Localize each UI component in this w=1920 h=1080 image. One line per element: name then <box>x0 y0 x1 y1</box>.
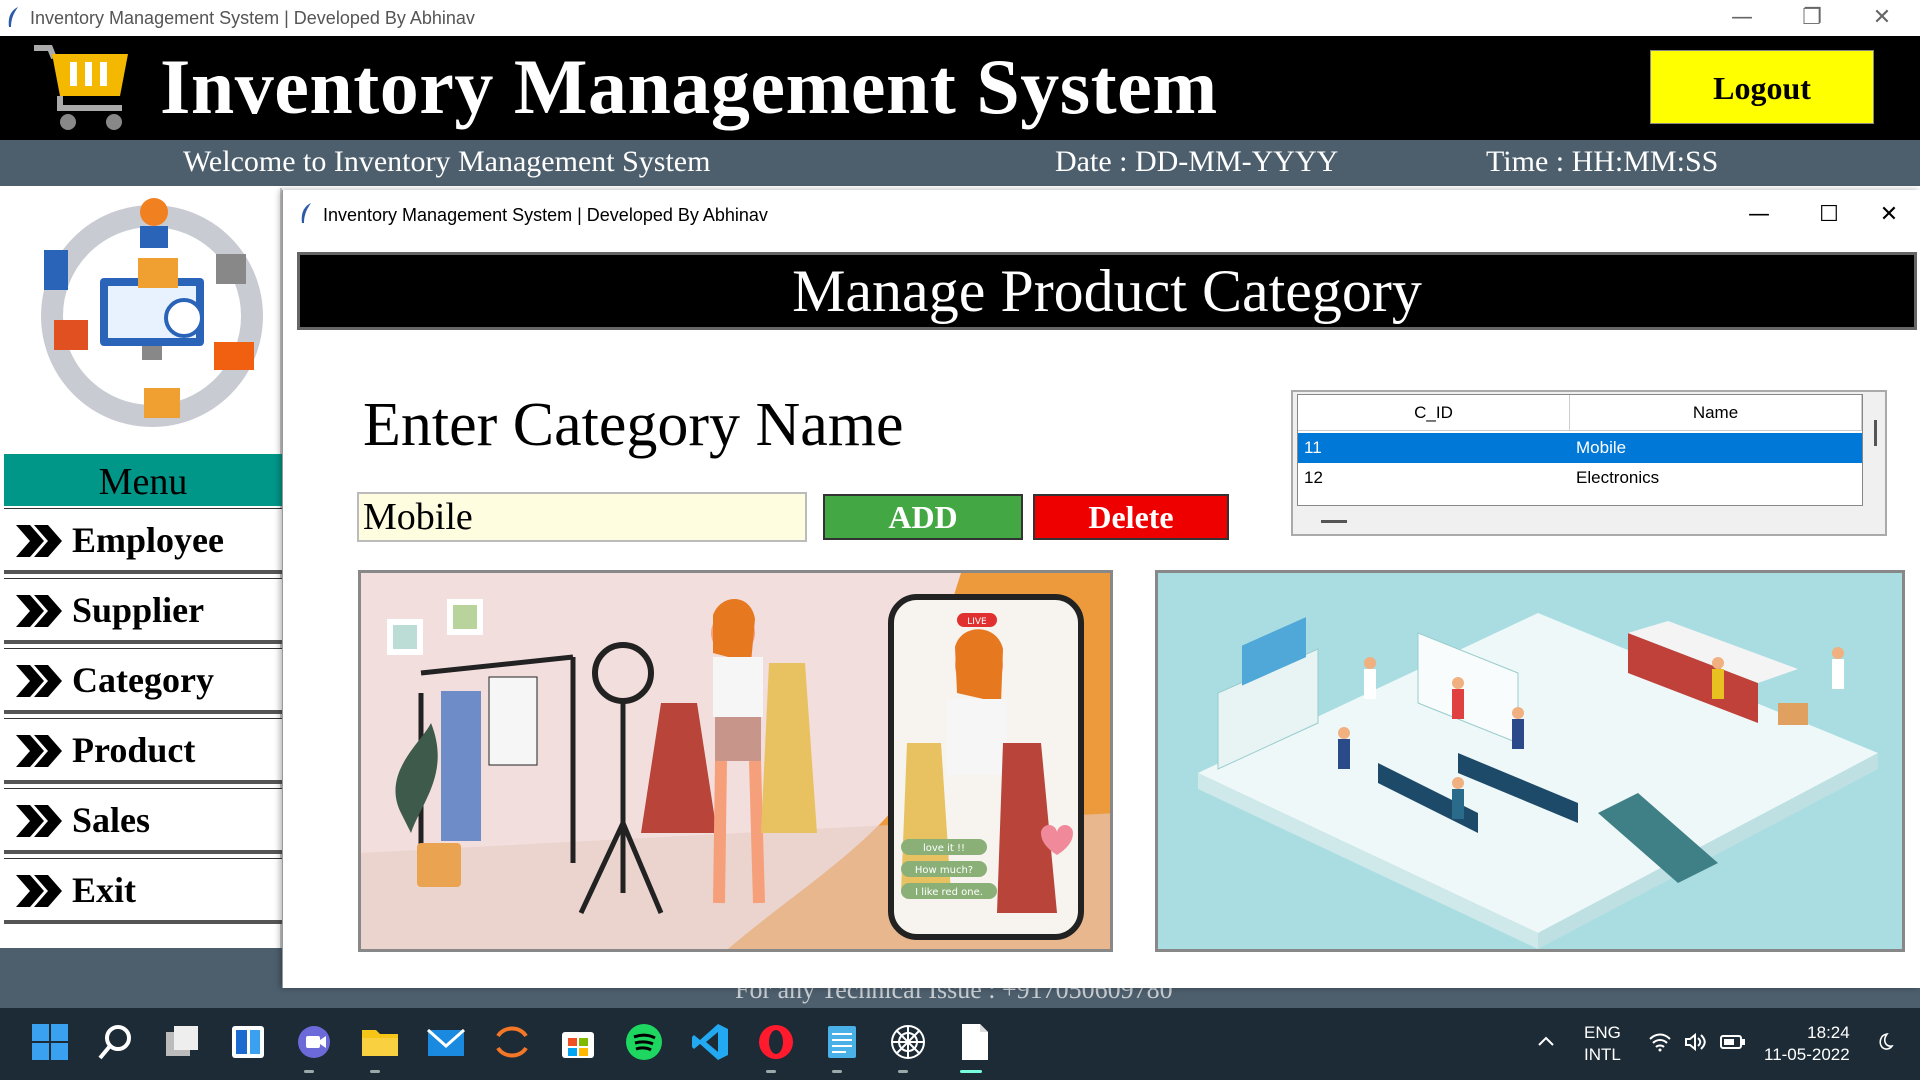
search-icon[interactable] <box>96 1022 136 1062</box>
volume-icon[interactable] <box>1684 1032 1708 1052</box>
category-table-frame: C_ID Name 11 Mobile 12 Electronics <box>1291 390 1887 536</box>
notepad-icon[interactable] <box>822 1022 862 1062</box>
clock-date: 11-05-2022 <box>1764 1045 1850 1064</box>
restore-button[interactable]: ❐ <box>1782 2 1842 34</box>
cell-cid: 12 <box>1304 468 1323 487</box>
inventory-illustration <box>4 192 280 454</box>
close-button[interactable]: ✕ <box>1852 2 1912 34</box>
window-title: Inventory Management System | Developed … <box>30 8 475 28</box>
task-view-icon[interactable] <box>162 1022 202 1062</box>
app-title: Inventory Management System <box>160 43 1218 130</box>
widgets-icon[interactable] <box>228 1022 268 1062</box>
horizontal-scrollbar[interactable] <box>1297 510 1863 532</box>
clock-time: 18:24 <box>1807 1023 1850 1042</box>
time-display: Time : HH:MM:SS <box>1486 145 1719 178</box>
column-header-cid[interactable]: C_ID <box>1298 395 1570 431</box>
double-chevron-icon <box>16 805 62 837</box>
delete-button[interactable]: Delete <box>1033 494 1229 540</box>
child-maximize-button[interactable]: ☐ <box>1799 198 1859 232</box>
chat-bubble-text: How much? <box>915 865 973 876</box>
menu-item-sales[interactable]: Sales <box>4 788 282 854</box>
menu-item-exit[interactable]: Exit <box>4 858 282 924</box>
chevron-up-icon[interactable] <box>1536 1032 1556 1052</box>
menu-item-employee[interactable]: Employee <box>4 508 282 574</box>
feather-icon <box>8 7 18 27</box>
keyboard-layout: INTL <box>1584 1045 1621 1064</box>
double-chevron-icon <box>16 735 62 767</box>
menu-item-product[interactable]: Product <box>4 718 282 784</box>
mail-icon[interactable] <box>426 1022 466 1062</box>
page-title: Manage Product Category <box>297 252 1917 330</box>
double-chevron-icon <box>16 595 62 627</box>
battery-icon[interactable] <box>1720 1034 1746 1050</box>
double-chevron-icon <box>16 525 62 557</box>
category-window-title: Inventory Management System | Developed … <box>323 205 768 225</box>
double-chevron-icon <box>16 875 62 907</box>
windows-start-icon[interactable] <box>30 1022 70 1062</box>
fashion-shopping-illustration: LIVE love it !! How much? I like red one… <box>358 570 1113 952</box>
category-table[interactable]: C_ID Name 11 Mobile 12 Electronics <box>1297 394 1863 506</box>
sidebar: Menu Employee Supplier Category Product … <box>0 188 282 948</box>
menu-item-label: Product <box>72 730 196 770</box>
date-display: Date : DD-MM-YYYY <box>1055 145 1339 178</box>
cell-cid: 11 <box>1304 438 1322 457</box>
menu-title: Menu <box>4 454 282 506</box>
cell-name: Electronics <box>1576 468 1660 487</box>
language-indicator[interactable]: ENG INTL <box>1584 1022 1621 1066</box>
menu-item-label: Employee <box>72 520 224 560</box>
menu-item-category[interactable]: Category <box>4 648 282 714</box>
double-chevron-icon <box>16 665 62 697</box>
status-bar: Welcome to Inventory Management System D… <box>0 140 1920 186</box>
child-minimize-button[interactable]: — <box>1729 198 1789 232</box>
category-name-label: Enter Category Name <box>363 391 904 459</box>
language-code: ENG <box>1584 1023 1621 1042</box>
menu-item-label: Sales <box>72 800 151 840</box>
document-icon[interactable] <box>954 1022 994 1062</box>
notification-moon-icon[interactable] <box>1874 1032 1894 1052</box>
menu-item-label: Exit <box>72 870 137 910</box>
wifi-icon[interactable] <box>1648 1032 1672 1052</box>
cell-name: Mobile <box>1576 438 1627 457</box>
app-header: Inventory Management System Logout <box>0 36 1920 140</box>
live-badge-text: LIVE <box>967 617 987 627</box>
file-explorer-icon[interactable] <box>360 1022 400 1062</box>
category-name-input[interactable]: Mobile <box>357 492 807 542</box>
welcome-text: Welcome to Inventory Management System <box>183 145 711 178</box>
jupyter-icon[interactable] <box>492 1022 532 1062</box>
vscode-icon[interactable] <box>690 1022 730 1062</box>
shopping-cart-icon <box>34 45 128 130</box>
vertical-scrollbar[interactable] <box>1867 394 1885 506</box>
electronics-store-illustration <box>1155 570 1905 952</box>
child-close-button[interactable]: ✕ <box>1859 198 1919 232</box>
table-row[interactable]: 11 Mobile <box>1298 433 1862 463</box>
app-titlebar: Inventory Management System | Developed … <box>0 0 1920 36</box>
category-window-titlebar: Inventory Management System | Developed … <box>283 190 1920 240</box>
chat-bubble-text: I like red one. <box>915 887 983 898</box>
taskbar: ENG INTL 18:24 11-05-2022 <box>0 1008 1920 1080</box>
chat-bubble-text: love it !! <box>923 843 965 854</box>
category-window: Inventory Management System | Developed … <box>282 190 1920 988</box>
menu-item-label: Supplier <box>72 590 205 630</box>
spotify-icon[interactable] <box>624 1022 664 1062</box>
clock[interactable]: 18:24 11-05-2022 <box>1764 1022 1850 1066</box>
column-header-name[interactable]: Name <box>1570 395 1862 431</box>
opera-icon[interactable] <box>756 1022 796 1062</box>
table-row[interactable]: 12 Electronics <box>1298 463 1862 493</box>
feather-icon <box>301 203 311 223</box>
menu-item-supplier[interactable]: Supplier <box>4 578 282 644</box>
cobweb-app-icon[interactable] <box>888 1022 928 1062</box>
menu-item-label: Category <box>72 660 214 700</box>
logout-button[interactable]: Logout <box>1650 50 1874 124</box>
store-icon[interactable] <box>558 1022 598 1062</box>
teams-chat-icon[interactable] <box>294 1022 334 1062</box>
add-button[interactable]: ADD <box>823 494 1023 540</box>
minimize-button[interactable]: — <box>1712 2 1772 34</box>
